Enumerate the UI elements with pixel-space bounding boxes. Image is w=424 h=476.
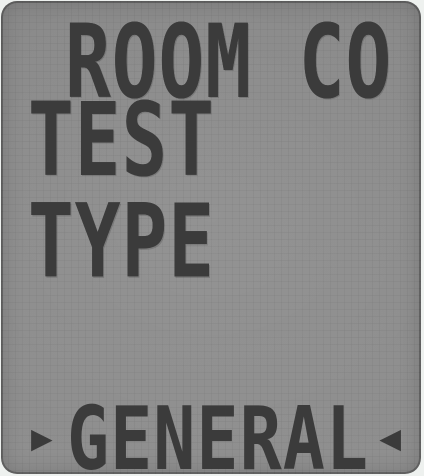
title-line-2: TEST TYPE <box>28 79 216 301</box>
lcd-display: ROOM CO TEST TYPE ▶ GENERAL ◀ <box>1 1 421 474</box>
left-selector-arrow-icon: ▶ <box>31 418 53 459</box>
right-selector-arrow-icon: ◀ <box>379 418 401 459</box>
selection-row[interactable]: ▶ GENERAL ◀ <box>1 383 421 474</box>
selected-test-type[interactable]: GENERAL <box>67 395 369 474</box>
